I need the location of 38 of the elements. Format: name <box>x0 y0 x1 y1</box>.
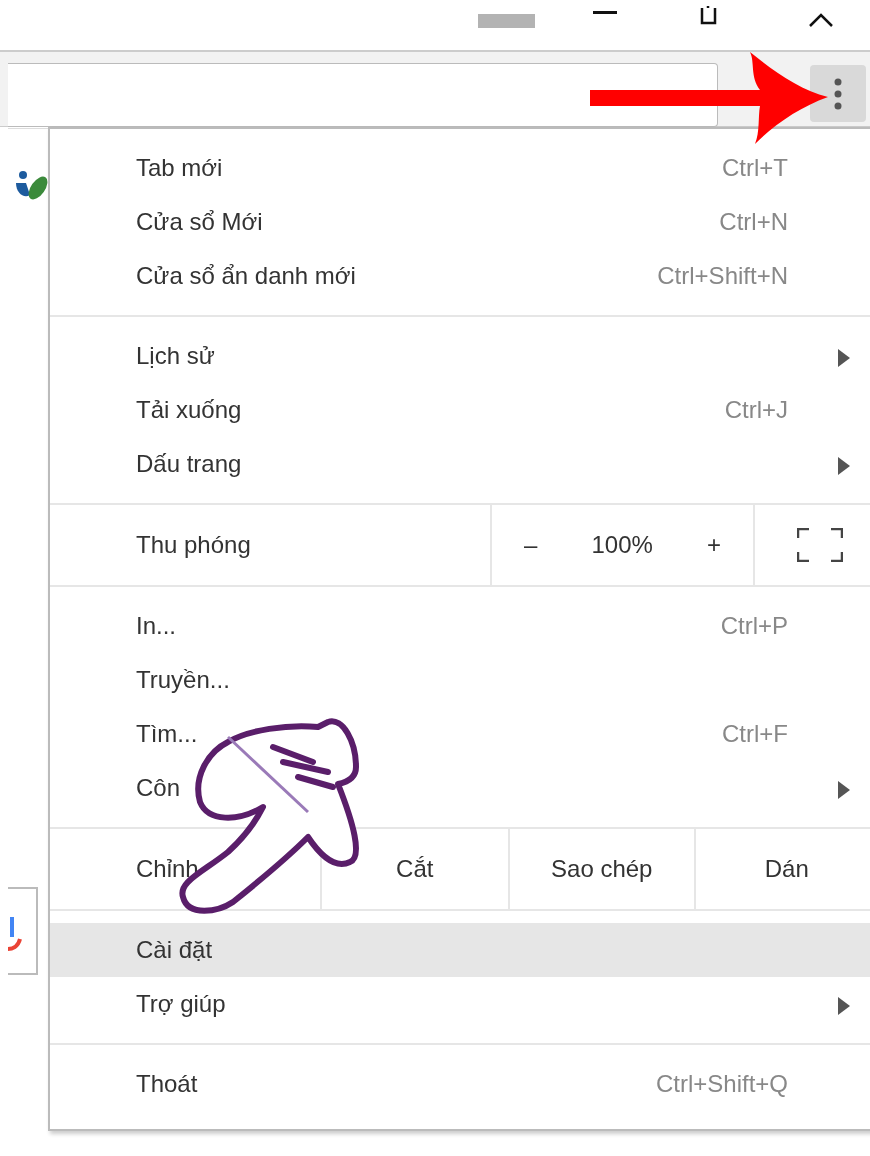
zoom-level-text: 100% <box>591 530 653 560</box>
menu-item[interactable]: Tìm... Ctrl+F <box>50 707 870 761</box>
menu-item[interactable]: Truyền... <box>50 653 870 707</box>
minimize-icon[interactable] <box>593 10 617 16</box>
shortcut-text: Ctrl+Shift+N <box>657 261 788 291</box>
zoom-out-button[interactable]: – <box>514 527 548 563</box>
menu-item[interactable]: Dấu trang <box>50 437 870 491</box>
menu-label: Chỉnh <box>135 854 200 884</box>
chevron-up-icon[interactable] <box>808 12 834 28</box>
shortcut-text: Ctrl+Shift+Q <box>655 1069 788 1099</box>
menu-item[interactable]: Thoát Ctrl+Shift+Q <box>50 1057 870 1111</box>
menu-item[interactable]: Trợ giúp <box>50 977 870 1031</box>
tab-strip-bar <box>478 14 535 28</box>
submenu-arrow-icon <box>838 348 850 367</box>
zoom-in-button[interactable]: + <box>696 527 731 563</box>
edit-button[interactable]: Dán <box>693 829 870 909</box>
menu-item[interactable]: Cửa sổ ẩn danh mới Ctrl+Shift+N <box>50 249 870 303</box>
shortcut-text: Ctrl+P <box>720 611 788 641</box>
menu-item[interactable]: In... Ctrl+P <box>50 599 870 653</box>
submenu-arrow-icon <box>838 996 850 1015</box>
shortcut-text: Ctrl+F <box>722 719 788 749</box>
menu-item[interactable]: Côn <box>50 761 870 815</box>
menu-item[interactable]: Tải xuống Ctrl+J <box>50 383 870 437</box>
menu-button[interactable] <box>810 65 866 122</box>
fullscreen-icon[interactable] <box>797 528 843 562</box>
menu-item[interactable]: Lịch sử <box>50 329 870 383</box>
address-bar[interactable] <box>8 63 718 127</box>
menu-item[interactable]: Tab mới Ctrl+T <box>50 141 870 195</box>
edit-button[interactable]: Sao chép <box>508 829 694 909</box>
menu-item[interactable]: Cửa sổ Mới Ctrl+N <box>50 195 870 249</box>
shortcut-text: Ctrl+J <box>724 395 788 425</box>
submenu-arrow-icon <box>838 780 850 799</box>
submenu-arrow-icon <box>838 456 850 475</box>
shortcut-text: Ctrl+T <box>722 153 788 183</box>
more-icon <box>834 76 842 111</box>
menu-label: Thu phóng <box>135 530 252 560</box>
menu-item[interactable]: Cài đặt <box>50 923 870 977</box>
shortcut-text: Ctrl+N <box>719 207 788 237</box>
